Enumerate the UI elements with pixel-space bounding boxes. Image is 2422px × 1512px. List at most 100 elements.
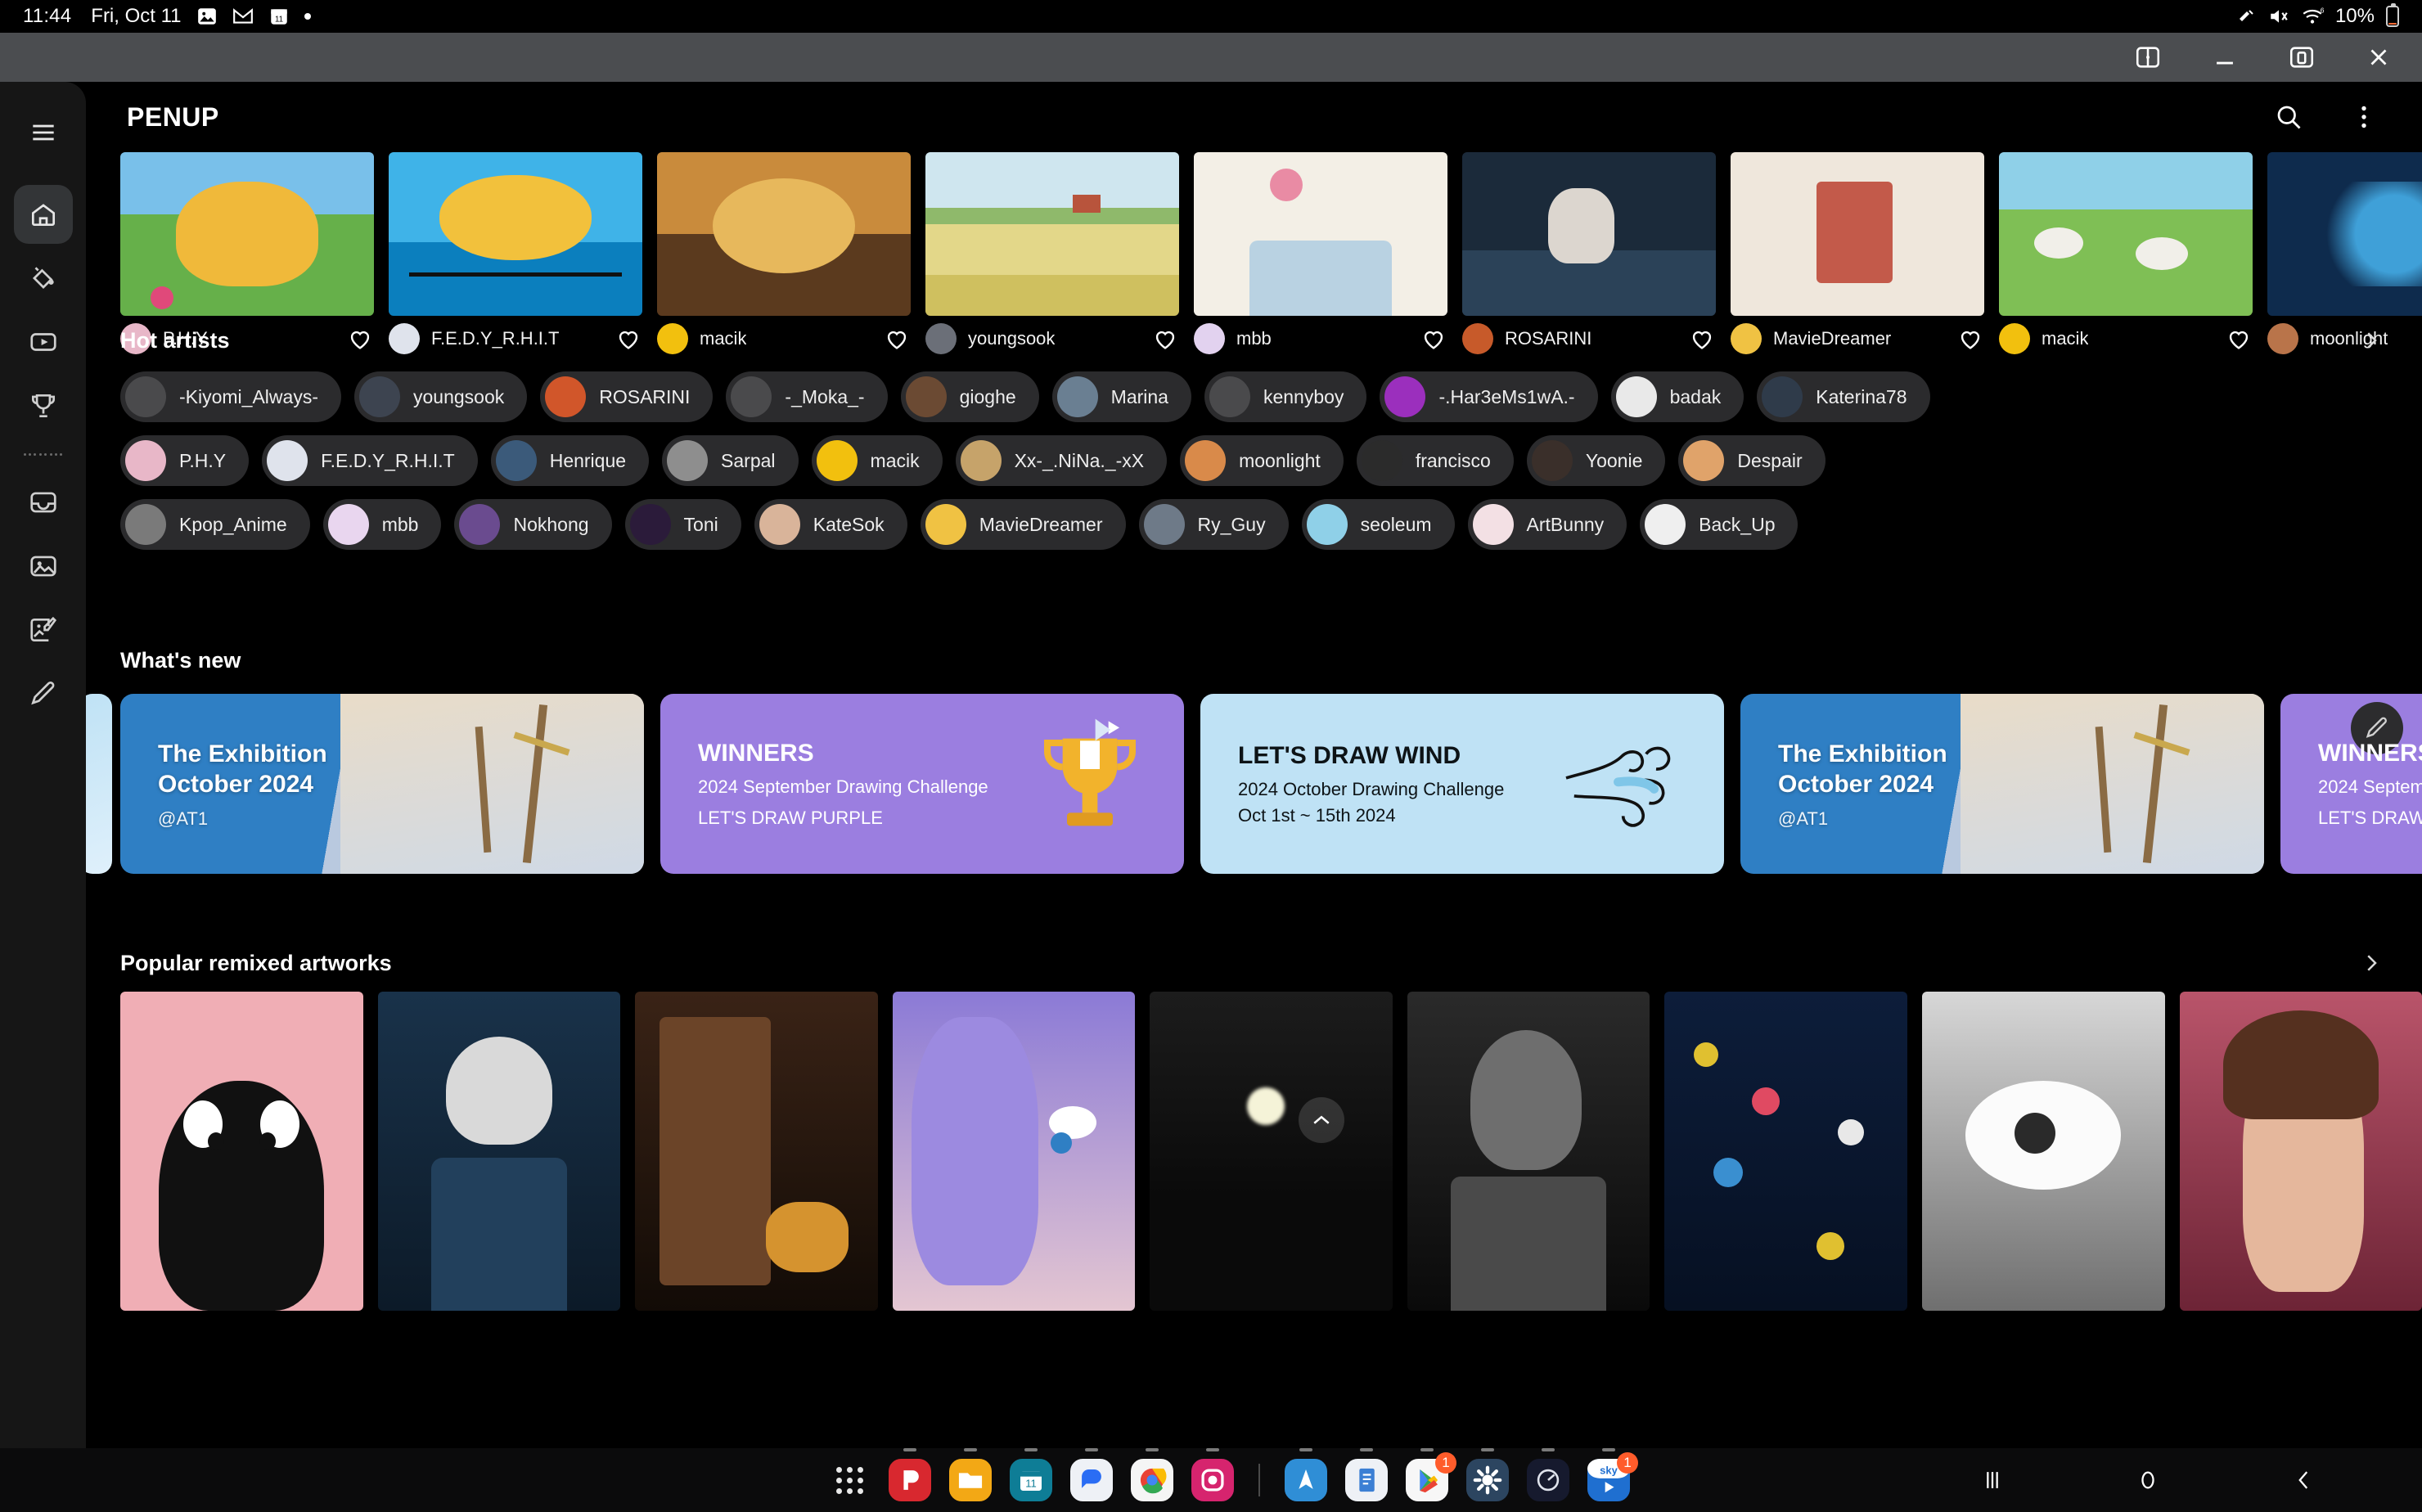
hot-artist-chip[interactable]: Kpop_Anime bbox=[120, 499, 310, 550]
hot-artist-chip[interactable]: seoleum bbox=[1301, 499, 1455, 550]
hot-artist-chip[interactable]: badak bbox=[1610, 371, 1744, 422]
artwork-thumbnail[interactable] bbox=[925, 152, 1179, 316]
hot-artist-chip[interactable]: Despair bbox=[1678, 435, 1826, 486]
scroll-to-top-button[interactable] bbox=[1299, 1097, 1344, 1143]
split-screen-icon[interactable] bbox=[2129, 38, 2167, 76]
calendar-icon[interactable]: 11 bbox=[1008, 1448, 1054, 1503]
hot-artist-chip[interactable]: ArtBunny bbox=[1467, 499, 1627, 550]
artwork-thumbnail[interactable] bbox=[120, 152, 374, 316]
svg-text:11: 11 bbox=[1025, 1478, 1037, 1490]
my-files-icon[interactable] bbox=[948, 1448, 993, 1503]
sky-go-icon[interactable]: sky 1 bbox=[1586, 1448, 1638, 1503]
popular-remixed-grid[interactable] bbox=[86, 992, 2422, 1311]
app-header: PENUP bbox=[86, 82, 2422, 152]
speedometer-icon[interactable] bbox=[1525, 1448, 1571, 1503]
settings-icon[interactable] bbox=[1465, 1448, 1510, 1503]
remix-artwork-card[interactable] bbox=[1664, 992, 1907, 1311]
popular-remixed-title: Popular remixed artworks bbox=[120, 950, 392, 975]
hot-artists-more-icon[interactable] bbox=[2355, 324, 2388, 357]
hot-artist-chip[interactable]: macik bbox=[811, 435, 943, 486]
avatar bbox=[905, 376, 947, 417]
home-button[interactable] bbox=[2127, 1460, 2168, 1501]
hot-artist-chip[interactable]: Xx-_.NiNa._-xX bbox=[955, 435, 1168, 486]
popular-remixed-more-icon[interactable] bbox=[2355, 947, 2388, 979]
hot-artist-name: Toni bbox=[683, 513, 718, 535]
hot-artist-chip[interactable]: -_Moka_- bbox=[726, 371, 888, 422]
close-icon[interactable] bbox=[2360, 38, 2397, 76]
sidebar-item-inbox[interactable] bbox=[14, 473, 73, 532]
remix-artwork-card[interactable] bbox=[635, 992, 878, 1311]
sidebar-item-photo-drawing[interactable] bbox=[14, 601, 73, 659]
remix-artwork-card[interactable] bbox=[1921, 992, 2165, 1311]
sidebar-item-home[interactable] bbox=[13, 185, 73, 244]
chrome-icon[interactable] bbox=[1129, 1448, 1175, 1503]
sidebar-item-gallery[interactable] bbox=[14, 537, 73, 596]
whats-new-card[interactable]: WINNERS 2024 September LET'S DRAW bbox=[2280, 694, 2422, 874]
instagram-icon[interactable] bbox=[1190, 1448, 1236, 1503]
navigation-icon[interactable] bbox=[1283, 1448, 1329, 1503]
docs-icon[interactable] bbox=[1344, 1448, 1389, 1503]
hot-artist-chip[interactable]: Yoonie bbox=[1526, 435, 1666, 486]
sidebar-item-live-drawing[interactable] bbox=[14, 313, 73, 371]
hot-artist-chip[interactable]: kennyboy bbox=[1204, 371, 1367, 422]
hot-artist-name: Kpop_Anime bbox=[179, 513, 287, 535]
menu-icon[interactable] bbox=[14, 103, 73, 162]
hot-artist-chip[interactable]: youngsook bbox=[353, 371, 528, 422]
avatar bbox=[358, 376, 400, 417]
sidebar-item-challenges[interactable] bbox=[14, 376, 73, 435]
hot-artist-chip[interactable]: Sarpal bbox=[662, 435, 799, 486]
page-title: PENUP bbox=[127, 101, 219, 132]
hot-artists-row: P.H.Y F.E.D.Y_R.H.I.T Henrique Sarpal macik X… bbox=[120, 435, 2422, 486]
remix-artwork-card[interactable] bbox=[892, 992, 1136, 1311]
artwork-thumbnail[interactable] bbox=[1731, 152, 1984, 316]
remix-artwork-card[interactable] bbox=[2179, 992, 2422, 1311]
hot-artist-chip[interactable]: P.H.Y bbox=[120, 435, 250, 486]
penup-icon[interactable] bbox=[887, 1448, 933, 1503]
whats-new-card[interactable]: The Exhibition October 2024 @AT1 bbox=[1740, 694, 2264, 874]
artwork-thumbnail[interactable] bbox=[657, 152, 911, 316]
hot-artist-chip[interactable]: Ry_Guy bbox=[1138, 499, 1289, 550]
hot-artist-chip[interactable]: ROSARINI bbox=[540, 371, 714, 422]
hot-artist-chip[interactable]: Henrique bbox=[490, 435, 650, 486]
artwork-thumbnail[interactable] bbox=[389, 152, 642, 316]
artwork-thumbnail[interactable] bbox=[2267, 152, 2422, 316]
apps-grid-icon[interactable] bbox=[826, 1457, 872, 1503]
recents-button[interactable] bbox=[1972, 1460, 2013, 1501]
artwork-thumbnail[interactable] bbox=[1999, 152, 2253, 316]
hot-artist-chip[interactable]: moonlight bbox=[1180, 435, 1344, 486]
hot-artist-chip[interactable]: Katerina78 bbox=[1757, 371, 1930, 422]
minimize-icon[interactable] bbox=[2206, 38, 2244, 76]
hot-artist-chip[interactable]: gioghe bbox=[900, 371, 1039, 422]
search-icon[interactable] bbox=[2270, 98, 2307, 136]
hot-artist-chip[interactable]: Toni bbox=[624, 499, 741, 550]
artwork-thumbnail[interactable] bbox=[1462, 152, 1716, 316]
hot-artist-chip[interactable]: francisco bbox=[1356, 435, 1514, 486]
messages-icon[interactable] bbox=[1069, 1448, 1114, 1503]
more-vertical-icon[interactable] bbox=[2345, 98, 2383, 136]
hot-artist-chip[interactable]: F.E.D.Y_R.H.I.T bbox=[262, 435, 478, 486]
sidebar-item-drawing[interactable] bbox=[14, 664, 73, 723]
hot-artist-chip[interactable]: mbb bbox=[322, 499, 442, 550]
hot-artist-chip[interactable]: KateSok bbox=[754, 499, 907, 550]
remix-artwork-card[interactable] bbox=[120, 992, 363, 1311]
hot-artist-chip[interactable]: Nokhong bbox=[454, 499, 612, 550]
sidebar-item-coloring[interactable] bbox=[14, 249, 73, 308]
whats-new-card[interactable]: LET'S DRAW WIND 2024 October Drawing Chal… bbox=[1200, 694, 1724, 874]
hot-artist-chip[interactable]: Back_Up bbox=[1640, 499, 1798, 550]
remix-artwork-card[interactable] bbox=[1407, 992, 1650, 1311]
more-dot-icon bbox=[304, 13, 311, 20]
remix-artwork-card[interactable] bbox=[377, 992, 621, 1311]
whats-new-carousel[interactable]: The Exhibition October 2024 @AT1 WINNERS 202… bbox=[86, 694, 2422, 874]
hot-artist-chip[interactable]: -.Har3eMs1wA.- bbox=[1380, 371, 1598, 422]
remix-artwork-card[interactable] bbox=[1150, 992, 1393, 1311]
whats-new-card[interactable]: WINNERS 2024 September Drawing Challenge L… bbox=[660, 694, 1184, 874]
hot-artist-chip[interactable]: MavieDreamer bbox=[920, 499, 1126, 550]
maximize-icon[interactable] bbox=[2283, 38, 2321, 76]
back-button[interactable] bbox=[2283, 1460, 2324, 1501]
hot-artist-chip[interactable]: Marina bbox=[1051, 371, 1191, 422]
artwork-thumbnail[interactable] bbox=[1194, 152, 1447, 316]
play-store-icon[interactable]: 1 bbox=[1404, 1448, 1456, 1503]
wifi-icon: 6 bbox=[2301, 6, 2324, 27]
whats-new-card[interactable]: The Exhibition October 2024 @AT1 bbox=[120, 694, 644, 874]
hot-artist-chip[interactable]: -Kiyomi_Always- bbox=[120, 371, 341, 422]
